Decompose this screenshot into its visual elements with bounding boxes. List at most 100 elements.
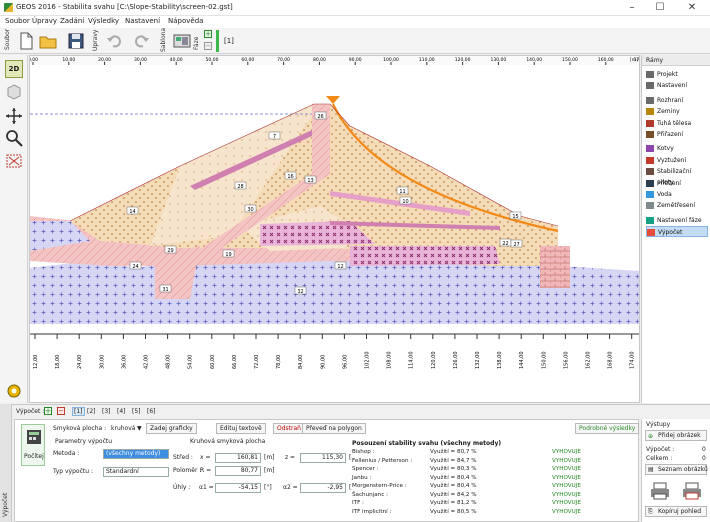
detailed-results-button[interactable]: Podrobné výsledky <box>575 423 640 434</box>
maximize-button[interactable]: ☐ <box>650 1 670 15</box>
frame-rigid-bodies[interactable]: Tuhá tělesa <box>646 118 708 129</box>
outputs-header: Výstupy <box>646 421 671 428</box>
radius-input[interactable]: 80,77 <box>215 466 261 476</box>
cube-3d-icon[interactable] <box>5 83 23 101</box>
method-label: Metoda : <box>53 450 80 457</box>
menu-file[interactable]: Soubor <box>5 17 30 25</box>
layer-12-cross[interactable] <box>350 246 500 266</box>
redo-icon[interactable] <box>132 31 152 51</box>
slip-surface-start-marker <box>326 96 340 104</box>
frame-water[interactable]: Voda <box>646 189 708 200</box>
analysis-tab-2[interactable]: [2] <box>87 408 96 415</box>
graphic-edit-button[interactable]: Zadej graficky <box>146 423 197 434</box>
frame-analysis[interactable]: Výpočet <box>646 226 708 238</box>
frame-assign[interactable]: Přiřazení <box>646 129 708 140</box>
region-number: 14 <box>129 209 135 215</box>
x-unit: [m] <box>264 454 275 461</box>
frame-label: Přiřazení <box>657 131 684 138</box>
frame-settings[interactable]: Nastavení <box>646 80 708 91</box>
analysis-tab-4[interactable]: [4] <box>117 408 126 415</box>
alpha1-input[interactable]: -54,15 <box>215 483 261 493</box>
add-analysis-icon[interactable]: + <box>44 407 52 415</box>
add-stage-icon[interactable]: + <box>204 30 212 38</box>
frame-anchors[interactable]: Kotvy <box>646 143 708 154</box>
list-pictures-button[interactable]: ▤ Seznam obrázků <box>645 464 708 475</box>
zoom-icon[interactable] <box>5 129 23 147</box>
result-status: VYHOVUJE <box>552 449 581 455</box>
result-utilization: Využití = 81,2 % <box>430 500 477 506</box>
region-number: 13 <box>307 178 313 184</box>
save-icon[interactable] <box>66 31 86 51</box>
menu-help[interactable]: Nápověda <box>168 17 203 25</box>
region-number: 30 <box>247 207 253 213</box>
result-status: VYHOVUJE <box>552 457 581 464</box>
delete-button[interactable]: Odstraň <box>273 423 305 434</box>
result-status: VYHOVUJE <box>552 466 581 472</box>
x-label: x = <box>200 454 211 461</box>
menu-settings[interactable]: Nastavení <box>125 17 160 25</box>
slope-drawing[interactable]: 0,00 10,00 20,00 30,00 40,00 50,00 60,00 70,00 8… <box>30 56 640 403</box>
center-x-input[interactable]: 160,81 <box>215 453 261 463</box>
print-icon[interactable] <box>650 482 670 500</box>
frame-piles[interactable]: Stabilizační piloty <box>646 166 708 186</box>
center-z-input[interactable]: 115,30 <box>300 453 346 463</box>
frame-soils[interactable]: Zeminy <box>646 106 708 117</box>
frame-surcharge[interactable]: Přitížení <box>646 178 708 189</box>
print-preview-icon[interactable] <box>682 482 702 500</box>
drawing-canvas[interactable]: 0,00 10,00 20,00 30,00 40,00 50,00 60,00 70,00 8… <box>29 55 640 403</box>
compute-button[interactable]: Počítej <box>21 424 45 466</box>
frame-label: Projekt <box>657 71 678 78</box>
alpha2-input[interactable]: -2,95 <box>300 483 346 493</box>
frame-interface[interactable]: Rozhraní <box>646 95 708 106</box>
frame-reinforcement[interactable]: Vyztužení <box>646 155 708 166</box>
copy-view-button[interactable]: ⎘ Kopíruj pohled <box>645 506 707 517</box>
bottom-ruler-label: 126,00 <box>453 352 459 370</box>
copy-view-icon: ⎘ <box>648 508 653 515</box>
remove-analysis-icon[interactable]: − <box>57 407 65 415</box>
method-select[interactable]: (všechny metody) <box>103 449 169 459</box>
stage-item[interactable]: [1] <box>224 37 234 45</box>
bottom-ruler-label: 150,00 <box>541 352 547 370</box>
menu-input[interactable]: Zadání <box>60 17 84 25</box>
add-picture-icon: ⊕ <box>648 433 654 440</box>
region-number: 11 <box>399 189 405 195</box>
a1-unit: [°] <box>264 484 272 491</box>
frame-earthquake[interactable]: Zemětřesení <box>646 200 708 211</box>
analysis-side-tab[interactable]: Výpočet <box>0 404 12 522</box>
frame-project[interactable]: Projekt <box>646 69 708 80</box>
frame-stage-settings[interactable]: Nastavení fáze <box>646 215 708 226</box>
new-file-icon[interactable] <box>16 31 36 51</box>
close-button[interactable]: ✕ <box>682 1 702 15</box>
minimize-button[interactable]: – <box>622 1 642 15</box>
result-utilization: Využití = 84,2 % <box>430 491 477 498</box>
analysis-tab-6[interactable]: [6] <box>147 408 156 415</box>
add-picture-button[interactable]: ⊕ Přidej obrázek <box>645 430 707 441</box>
analysis-tab-5[interactable]: [5] <box>132 408 141 415</box>
result-status: VYHOVUJE <box>552 474 581 481</box>
analysis-icon <box>647 229 655 237</box>
base-layer[interactable] <box>30 318 640 324</box>
slip-surface-select[interactable]: kruhová <box>111 425 135 432</box>
menu-edit[interactable]: Úpravy <box>32 17 57 25</box>
calc-type-select[interactable]: Standardní <box>103 467 169 477</box>
r-label: R = <box>200 467 212 474</box>
result-status: VYHOVUJE <box>552 500 581 506</box>
open-folder-icon[interactable] <box>38 31 58 51</box>
analysis-tab-3[interactable]: [3] <box>102 408 111 415</box>
settings-gear-icon[interactable] <box>5 382 23 400</box>
chevron-down-icon[interactable]: ▼ <box>137 425 142 432</box>
menu-results[interactable]: Výsledky <box>88 17 119 25</box>
text-edit-button[interactable]: Edituj textově <box>216 423 266 434</box>
convert-polygon-button[interactable]: Převeď na polygon <box>302 423 366 434</box>
remove-stage-icon[interactable]: − <box>204 42 212 50</box>
settings-icon <box>646 82 654 90</box>
template-icon[interactable] <box>172 31 192 51</box>
move-icon[interactable] <box>5 107 23 125</box>
toe-drain-layer[interactable] <box>540 246 570 288</box>
rigid-bodies-icon <box>646 119 654 127</box>
view-2d-button[interactable]: 2D <box>5 60 23 78</box>
analysis-tab-1[interactable]: [1] <box>72 407 85 416</box>
bottom-ruler-label: 168,00 <box>608 352 614 370</box>
zoom-extents-icon[interactable] <box>5 152 23 170</box>
undo-icon[interactable] <box>104 31 124 51</box>
